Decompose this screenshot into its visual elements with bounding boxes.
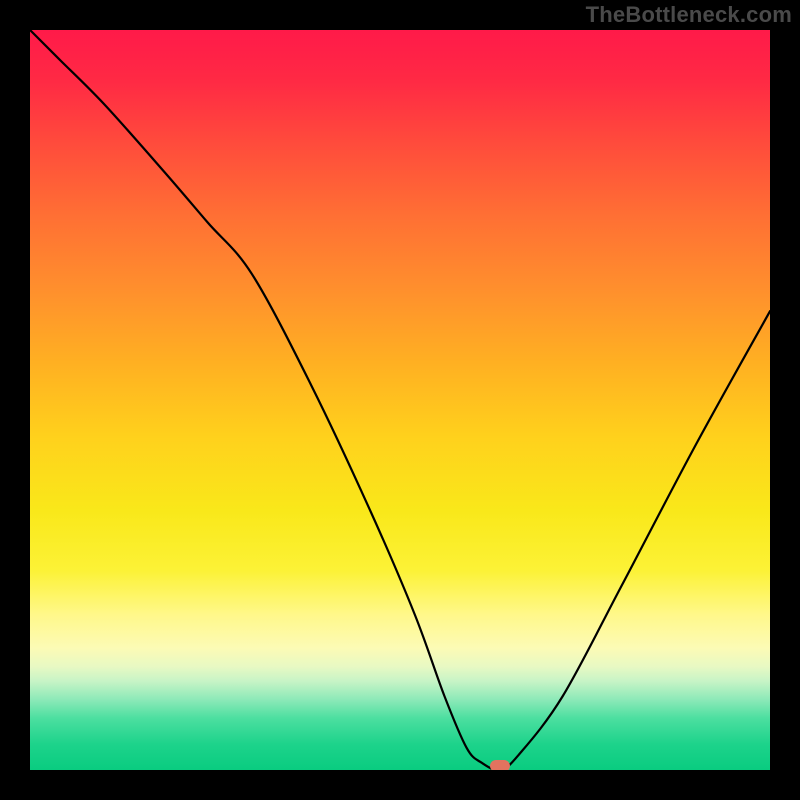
plot-area xyxy=(30,30,770,770)
watermark-text: TheBottleneck.com xyxy=(586,2,792,28)
optimal-marker xyxy=(490,760,510,770)
bottleneck-curve xyxy=(30,30,770,770)
chart-frame: TheBottleneck.com xyxy=(0,0,800,800)
